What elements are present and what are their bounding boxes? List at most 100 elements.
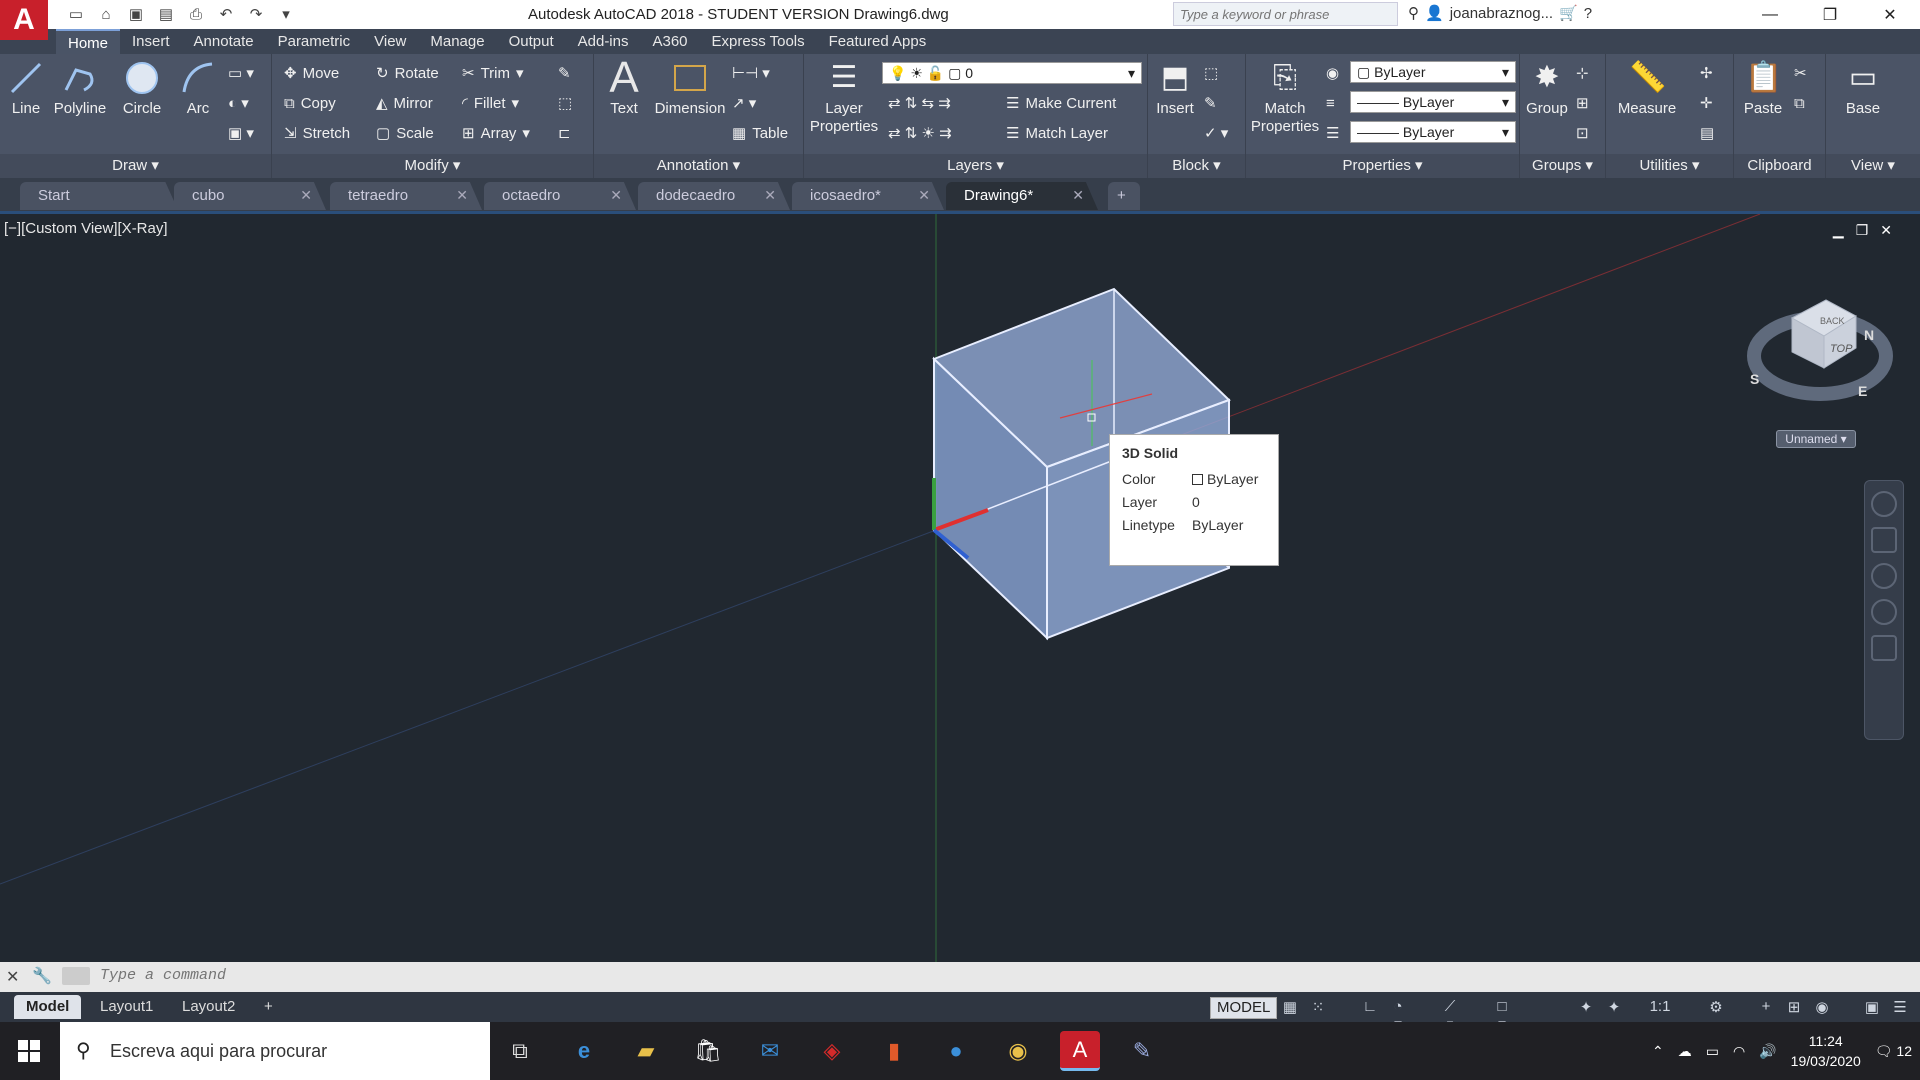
doc-tab-icosaedro[interactable]: icosaedro* ✕ [792,182,944,210]
tab-view[interactable]: View [362,29,418,54]
tab-output[interactable]: Output [497,29,566,54]
insert-button[interactable]: ⬒ Insert [1152,60,1198,118]
circle-button[interactable]: Circle [120,60,164,118]
compass-e[interactable]: E [1858,383,1867,399]
copy-clip-icon[interactable]: ⧉ [1794,92,1805,114]
annotation-visibility-icon[interactable]: ✦ [1576,998,1596,1016]
utilities-panel-title[interactable]: Utilities ▾ [1606,154,1733,178]
copy-button[interactable]: ⧉ Copy [284,92,336,114]
base-button[interactable]: ▭ Base [1840,60,1886,118]
array-button[interactable]: ⊞ Array ▾ [462,122,530,144]
layout-tab-model[interactable]: Model [14,995,82,1019]
dimension-button[interactable]: Dimension [652,60,728,118]
close-tab-icon[interactable]: ✕ [1072,187,1084,204]
leader-icon[interactable]: ↗ ▾ [732,92,756,114]
hatch-icon[interactable]: ◐ ▾ [228,92,249,114]
make-current-button[interactable]: ☰ Make Current [1006,92,1116,114]
help-icon[interactable]: ? [1584,5,1592,22]
new-icon[interactable]: ▭ [64,3,88,25]
clean-screen-icon[interactable]: ▣ [1862,998,1882,1016]
grid-icon[interactable]: ▦ [1280,998,1300,1016]
draw-panel-title[interactable]: Draw ▾ [0,154,271,178]
open-icon[interactable]: ⌂ [94,3,118,25]
viewcube-top-label[interactable]: TOP [1830,343,1853,355]
binoculars-icon[interactable]: ⚲ [1408,4,1419,22]
group-edit-icon[interactable]: ⊞ [1576,92,1589,114]
point-style-icon[interactable]: ✢ [1700,62,1713,84]
doc-tab-drawing6[interactable]: Drawing6* ✕ [946,182,1098,210]
properties-panel-title[interactable]: Properties ▾ [1246,154,1519,178]
customize-menu-icon[interactable]: ☰ [1890,998,1910,1016]
close-tab-icon[interactable]: ✕ [456,187,468,204]
doc-tab-cubo[interactable]: cubo ✕ [174,182,326,210]
plot-icon[interactable]: ⎙ [184,3,208,25]
notification-icon[interactable]: 🗨 12 [1875,1043,1912,1060]
doc-tab-dodecaedro[interactable]: dodecaedro ✕ [638,182,790,210]
wifi-icon[interactable]: ◠ [1733,1043,1745,1060]
save-as-icon[interactable]: ▤ [154,3,178,25]
user-name[interactable]: joanabraznog... [1450,5,1553,22]
snap-icon[interactable]: ⁙ ▾ [1308,998,1328,1034]
match-properties-button[interactable]: ⎘ Match Properties [1250,60,1320,136]
user-icon[interactable]: 👤 [1425,4,1444,22]
autocad-logo-button[interactable]: A [0,0,48,40]
close-icon[interactable]: ✕ [6,967,19,987]
office-icon[interactable]: ▮ [874,1031,914,1071]
calculator-icon[interactable]: ▤ [1700,122,1714,144]
ungroup-icon[interactable]: ⊹ [1576,62,1589,84]
block-panel-title[interactable]: Block ▾ [1148,154,1245,178]
edge-icon[interactable]: e [564,1031,604,1071]
id-point-icon[interactable]: ✛ [1700,92,1713,114]
new-tab-button[interactable]: + [1108,182,1140,210]
mirror-button[interactable]: ◭ Mirror [376,92,433,114]
match-layer-button[interactable]: ☰ Match Layer [1006,122,1108,144]
block-attribute-icon[interactable]: ✓ ▾ [1204,122,1228,144]
annotation-panel-title[interactable]: Annotation ▾ [594,154,803,178]
orbit-icon[interactable] [1871,599,1897,625]
viewcube-back-label[interactable]: BACK [1820,316,1845,326]
compass-n[interactable]: N [1864,327,1874,343]
units-icon[interactable]: ⊞ [1784,998,1804,1016]
zoom-icon[interactable]: ● [936,1031,976,1071]
tray-chevron-icon[interactable]: ⌃ [1652,1043,1664,1060]
cart-icon[interactable]: 🛒 [1559,4,1578,22]
ortho-icon[interactable]: ∟ [1360,998,1380,1016]
modify-panel-title[interactable]: Modify ▾ [272,154,593,178]
layout-tab-layout1[interactable]: Layout1 [88,995,165,1019]
tab-insert[interactable]: Insert [120,29,182,54]
rectangle-icon[interactable]: ▭ ▾ [228,62,254,84]
taskbar-search[interactable]: ⚲ Escreva aqui para procurar [60,1022,490,1080]
annotation-scale[interactable]: 1:1 [1640,998,1680,1016]
tab-annotate[interactable]: Annotate [182,29,266,54]
region-icon[interactable]: ▣ ▾ [228,122,254,144]
polyline-button[interactable]: Polyline [52,60,108,118]
drawing-viewport[interactable]: [−][Custom View][X-Ray] ▁ ❐ ✕ BACK TOP N… [0,214,1920,962]
doc-tab-octaedro[interactable]: octaedro ✕ [484,182,636,210]
group-select-icon[interactable]: ⊡ [1576,122,1589,144]
fillet-button[interactable]: ◜ Fillet ▾ [462,92,519,114]
offset-icon[interactable]: ⊏ [558,122,571,144]
tab-parametric[interactable]: Parametric [266,29,363,54]
layer-dropdown[interactable]: 💡 ☀ 🔓 ▢ 0 ▾ [882,62,1142,84]
measure-button[interactable]: 📏 Measure [1612,60,1682,118]
save-icon[interactable]: ▣ [124,3,148,25]
close-tab-icon[interactable]: ✕ [610,187,622,204]
command-input[interactable] [100,967,700,984]
create-block-icon[interactable]: ⬚ [1204,62,1218,84]
workspace-gear-icon[interactable]: ⚙ ▾ [1706,998,1726,1034]
polar-icon[interactable]: ◔ ▾ [1388,998,1408,1033]
paint-icon[interactable]: ✎ [1122,1031,1162,1071]
erase-icon[interactable]: ✎ [558,62,571,84]
add-icon[interactable]: + [1756,998,1776,1016]
tab-featured-apps[interactable]: Featured Apps [817,29,939,54]
tab-express-tools[interactable]: Express Tools [700,29,817,54]
doc-tab-tetraedro[interactable]: tetraedro ✕ [330,182,482,210]
layer-properties-button[interactable]: ☰ Layer Properties [808,60,880,136]
explode-icon[interactable]: ⬚ [558,92,572,114]
color-dropdown[interactable]: ▢ ByLayer ▾ [1350,61,1516,83]
linear-dim-icon[interactable]: ⊢⊣ ▾ [732,62,770,84]
lineweight-dropdown[interactable]: ——— ByLayer ▾ [1350,121,1516,143]
tab-manage[interactable]: Manage [418,29,496,54]
clock[interactable]: 11:24 19/03/2020 [1791,1031,1861,1071]
viewcube[interactable]: BACK TOP N S E [1740,284,1900,414]
